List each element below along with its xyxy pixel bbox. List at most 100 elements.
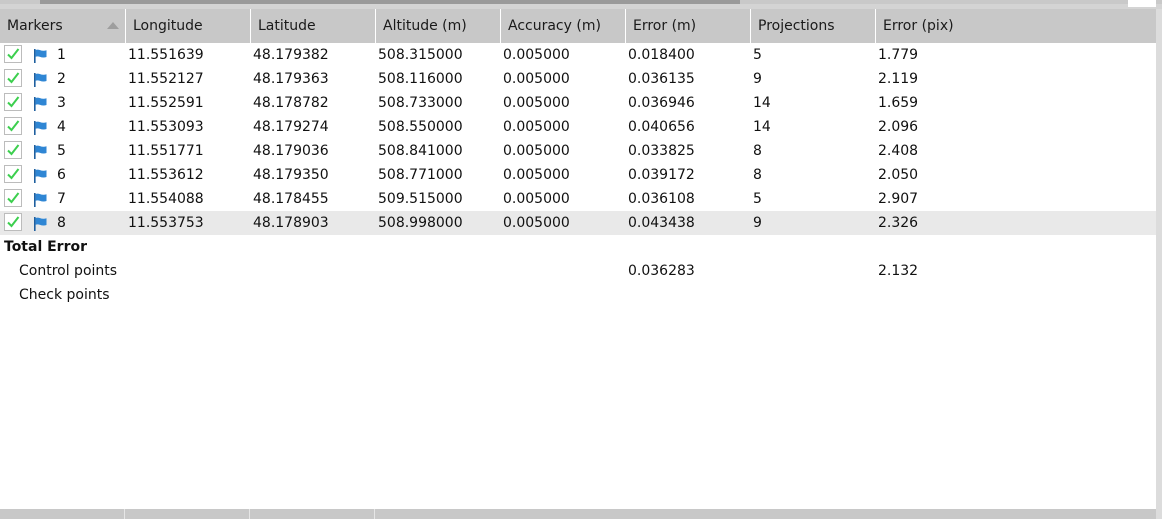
checkbox-checked-icon[interactable] (4, 213, 22, 231)
table-row[interactable]: 6 11.553612 48.179350 508.771000 0.005000 0.0… (0, 163, 1156, 187)
cell-accuracy: 0.005000 (503, 167, 570, 183)
column-header-markers[interactable]: Markers (0, 9, 125, 43)
checkbox-checked-icon[interactable] (4, 117, 22, 135)
cell-altitude: 508.550000 (378, 119, 463, 135)
checkbox-checked-icon[interactable] (4, 45, 22, 63)
cell-altitude: 508.998000 (378, 215, 463, 231)
checkbox-checked-icon[interactable] (4, 141, 22, 159)
cell-accuracy: 0.005000 (503, 47, 570, 63)
cell-error-m: 0.036135 (628, 71, 695, 87)
cell-error-m: 0.043438 (628, 215, 695, 231)
markers-table: Markers Longitude Latitude Altitude (m) … (0, 9, 1156, 509)
marker-label: 7 (57, 191, 66, 207)
cell-error-pix: 2.408 (878, 143, 919, 159)
marker-label: 6 (57, 167, 66, 183)
cell-error-m: 0.040656 (628, 119, 695, 135)
sort-ascending-icon[interactable] (107, 22, 119, 29)
marker-label: 3 (57, 95, 66, 111)
table-header: Markers Longitude Latitude Altitude (m) … (0, 9, 1156, 43)
cell-altitude: 508.733000 (378, 95, 463, 111)
cell-longitude: 11.552591 (128, 95, 204, 111)
check-points-row[interactable]: Check points (0, 283, 1156, 307)
cell-error-m: 0.018400 (628, 47, 695, 63)
cell-error-pix: 2.119 (878, 71, 919, 87)
cell-altitude: 508.771000 (378, 167, 463, 183)
column-header-accuracy[interactable]: Accuracy (m) (500, 9, 625, 43)
cell-longitude: 11.551639 (128, 47, 204, 63)
column-label: Accuracy (m) (508, 18, 601, 34)
column-header-error-pix[interactable]: Error (pix) (875, 9, 1156, 43)
horizontal-scrollbar-top[interactable] (0, 0, 1162, 4)
marker-label: 1 (57, 47, 66, 63)
cell-projections: 8 (753, 167, 762, 183)
cell-longitude: 11.553612 (128, 167, 204, 183)
column-header-altitude[interactable]: Altitude (m) (375, 9, 500, 43)
cell-latitude: 48.179382 (253, 47, 329, 63)
cell-error-m: 0.039172 (628, 167, 695, 183)
cell-projections: 8 (753, 143, 762, 159)
control-points-row[interactable]: Control points 0.036283 2.132 (0, 259, 1156, 283)
cell-longitude: 11.553753 (128, 215, 204, 231)
checkbox-checked-icon[interactable] (4, 165, 22, 183)
column-label: Markers (7, 18, 63, 34)
cell-longitude: 11.554088 (128, 191, 204, 207)
column-header-error-m[interactable]: Error (m) (625, 9, 750, 43)
column-header-latitude[interactable]: Latitude (250, 9, 375, 43)
cell-accuracy: 0.005000 (503, 191, 570, 207)
column-label: Projections (758, 18, 835, 34)
table-body: 1 11.551639 48.179382 508.315000 0.005000 0.0… (0, 43, 1156, 235)
marker-label: 5 (57, 143, 66, 159)
cell-error-pix: 1.779 (878, 47, 919, 63)
cell-altitude: 508.315000 (378, 47, 463, 63)
table-row[interactable]: 7 11.554088 48.178455 509.515000 0.005000 0.0… (0, 187, 1156, 211)
marker-label: 2 (57, 71, 66, 87)
column-header-projections[interactable]: Projections (750, 9, 875, 43)
cell-altitude: 509.515000 (378, 191, 463, 207)
cell-altitude: 508.841000 (378, 143, 463, 159)
table-row[interactable]: 8 11.553753 48.178903 508.998000 0.005000 0.0… (0, 211, 1156, 235)
vertical-scrollbar[interactable] (1156, 9, 1162, 519)
check-points-label: Check points (19, 287, 110, 303)
cell-projections: 5 (753, 47, 762, 63)
column-header-longitude[interactable]: Longitude (125, 9, 250, 43)
cell-latitude: 48.179036 (253, 143, 329, 159)
table-row[interactable]: 4 11.553093 48.179274 508.550000 0.005000 0.0… (0, 115, 1156, 139)
column-divider (124, 509, 125, 519)
checkbox-checked-icon[interactable] (4, 189, 22, 207)
marker-label: 8 (57, 215, 66, 231)
cell-projections: 5 (753, 191, 762, 207)
table-row[interactable]: 1 11.551639 48.179382 508.315000 0.005000 0.0… (0, 43, 1156, 67)
window-corner (1128, 0, 1156, 7)
cell-latitude: 48.178455 (253, 191, 329, 207)
cell-accuracy: 0.005000 (503, 215, 570, 231)
cell-projections: 14 (753, 119, 771, 135)
cell-latitude: 48.178782 (253, 95, 329, 111)
column-label: Latitude (258, 18, 316, 34)
total-error-label: Total Error (4, 239, 88, 255)
table-row[interactable]: 5 11.551771 48.179036 508.841000 0.005000 0.0… (0, 139, 1156, 163)
cell-longitude: 11.553093 (128, 119, 204, 135)
cell-accuracy: 0.005000 (503, 95, 570, 111)
marker-label: 4 (57, 119, 66, 135)
checkbox-checked-icon[interactable] (4, 93, 22, 111)
column-label: Longitude (133, 18, 203, 34)
table-row[interactable]: 2 11.552127 48.179363 508.116000 0.005000 0.0… (0, 67, 1156, 91)
column-divider (249, 509, 250, 519)
column-label: Altitude (m) (383, 18, 467, 34)
checkbox-checked-icon[interactable] (4, 69, 22, 87)
table-row[interactable]: 3 11.552591 48.178782 508.733000 0.005000 0.0… (0, 91, 1156, 115)
scrollbar-thumb[interactable] (40, 0, 740, 4)
cell-altitude: 508.116000 (378, 71, 463, 87)
cell-longitude: 11.552127 (128, 71, 204, 87)
cell-error-pix: 2.326 (878, 215, 919, 231)
cell-projections: 14 (753, 95, 771, 111)
column-divider (374, 509, 375, 519)
control-points-label: Control points (19, 263, 118, 279)
cell-accuracy: 0.005000 (503, 119, 570, 135)
cell-error-pix: 2.096 (878, 119, 919, 135)
cell-error-m: 0.036108 (628, 191, 695, 207)
cell-projections: 9 (753, 215, 762, 231)
cell-latitude: 48.179350 (253, 167, 329, 183)
cell-accuracy: 0.005000 (503, 143, 570, 159)
horizontal-scrollbar-bottom[interactable] (0, 509, 1156, 519)
